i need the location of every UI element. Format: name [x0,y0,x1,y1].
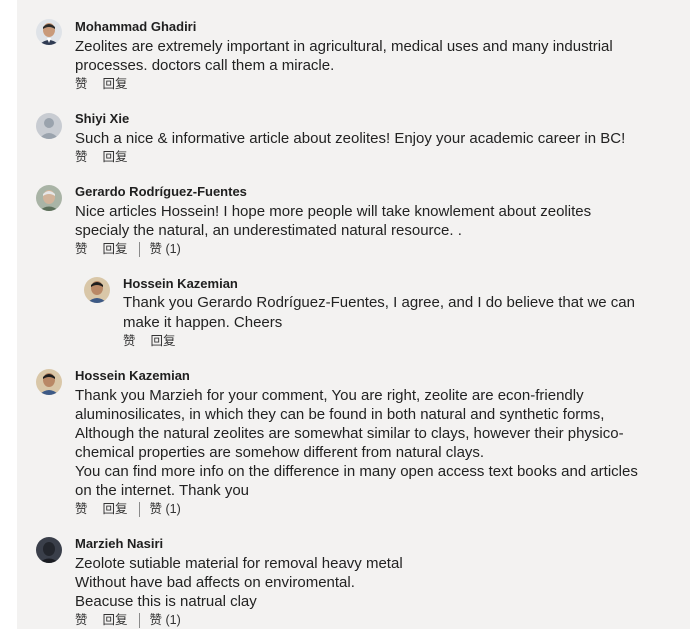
divider [138,242,140,257]
avatar-photo-icon [36,185,62,211]
comment-author[interactable]: Shiyi Xie [75,111,129,127]
reply-button[interactable]: 回复 [103,242,128,257]
comment-text-line: aluminosilicates, in which they can be f… [75,406,605,423]
avatar[interactable] [36,19,62,45]
like-count[interactable]: 赞 (1) [150,242,181,257]
avatar-photo-icon [84,277,110,303]
reply-text-line: Thank you Gerardo Rodríguez-Fuentes, I a… [123,294,635,311]
avatar[interactable] [36,113,62,139]
comment-text-line: Without have bad affects on enviromental… [75,574,355,591]
comment-text-line: Such a nice & informative article about … [75,130,626,147]
like-button[interactable]: 赞 [123,334,136,349]
comment-actions: 赞 回复 赞 (1) [75,502,181,517]
comment-text-line: Beacuse this is natrual clay [75,593,257,610]
comment-author[interactable]: Gerardo Rodríguez-Fuentes [75,184,247,200]
avatar-photo-icon [36,19,62,45]
comment-actions: 赞 回复 [75,150,128,165]
comment-text-line: Nice articles Hossein! I hope more peopl… [75,203,592,220]
avatar-photo-icon [36,369,62,395]
like-button[interactable]: 赞 [75,77,88,92]
reply-button[interactable]: 回复 [103,150,128,165]
reply-author[interactable]: Hossein Kazemian [123,276,238,292]
comment-text-line: on the internet. Thank you [75,482,250,499]
comment-actions: 赞 回复 赞 (1) [75,613,181,628]
comment-author[interactable]: Marzieh Nasiri [75,536,163,552]
like-count[interactable]: 赞 (1) [150,502,181,517]
like-button[interactable]: 赞 [75,150,88,165]
like-count[interactable]: 赞 (1) [150,613,181,628]
comment-text-line: Zeolote sutiable material for removal he… [75,555,403,572]
like-button[interactable]: 赞 [75,613,88,628]
like-button[interactable]: 赞 [75,502,88,517]
avatar[interactable] [84,277,110,303]
comment-author[interactable]: Mohammad Ghadiri [75,19,196,35]
comment-text-line: processes. doctors call them a miracle. [75,57,335,74]
comment-text-line: You can find more info on the difference… [75,463,638,480]
divider [138,502,140,517]
avatar[interactable] [36,369,62,395]
divider [138,613,140,628]
comment-actions: 赞 回复 [75,77,128,92]
avatar-photo-icon [36,537,62,563]
reply-button[interactable]: 回复 [103,502,128,517]
comment-text-line: Although the natural zeolites are somewh… [75,425,624,442]
avatar[interactable] [36,185,62,211]
reply-button[interactable]: 回复 [103,77,128,92]
reply-button[interactable]: 回复 [103,613,128,628]
reply-actions: 赞 回复 [123,334,176,349]
comment-author[interactable]: Hossein Kazemian [75,368,190,384]
comment-text-line: Thank you Marzieh for your comment, You … [75,387,584,404]
comment-actions: 赞 回复 赞 (1) [75,242,181,257]
reply-text-line: make it happen. Cheers [123,314,283,331]
avatar[interactable] [36,537,62,563]
comment-text-line: specialy the natural, an underestimated … [75,222,462,239]
comment-text-line: chemical properties are somehow differen… [75,444,485,461]
default-user-icon [36,113,62,139]
comment-text-line: Zeolites are extremely important in agri… [75,38,613,55]
comments-panel: Mohammad Ghadiri Zeolites are extremely … [17,0,690,629]
reply-button[interactable]: 回复 [151,334,176,349]
like-button[interactable]: 赞 [75,242,88,257]
